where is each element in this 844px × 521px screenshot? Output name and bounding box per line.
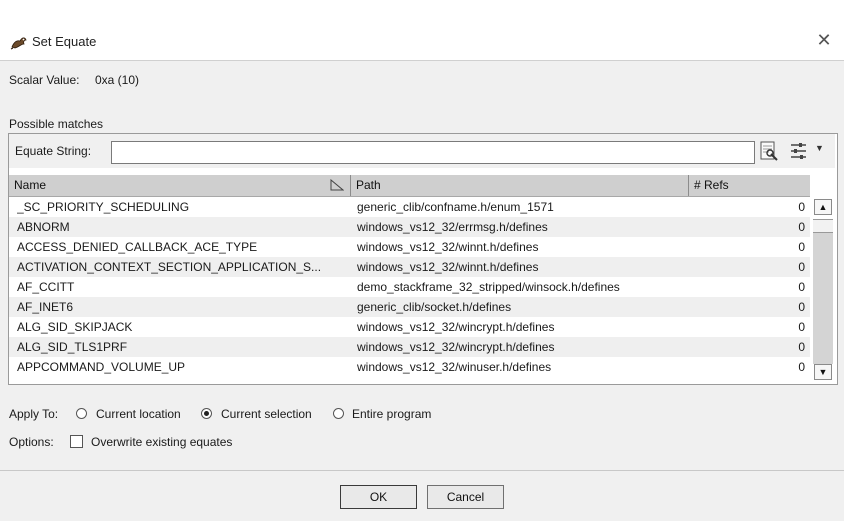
table-row[interactable]: ACCESS_DENIED_CALLBACK_ACE_TYPE windows_… [9, 237, 810, 257]
scalar-value: 0xa (10) [95, 73, 140, 87]
radio-current-selection[interactable] [201, 408, 212, 419]
clear-filter-icon[interactable] [758, 140, 780, 162]
cancel-button[interactable]: Cancel [427, 485, 504, 509]
cell-name: ALG_SID_TLS1PRF [17, 340, 128, 354]
radio-label-current-selection[interactable]: Current selection [221, 407, 312, 421]
scroll-down-icon[interactable]: ▼ [814, 364, 832, 380]
cell-name: AF_INET6 [17, 300, 74, 314]
cell-refs: 0 [798, 280, 805, 294]
cell-refs: 0 [798, 220, 805, 234]
cell-refs: 0 [798, 320, 805, 334]
cell-path: windows_vs12_32/winnt.h/defines [357, 260, 539, 274]
cell-path: windows_vs12_32/winuser.h/defines [357, 360, 552, 374]
cell-refs: 0 [798, 340, 805, 354]
radio-label-entire-program[interactable]: Entire program [352, 407, 431, 421]
cell-path: generic_clib/confname.h/enum_1571 [357, 200, 554, 214]
column-header-refs[interactable]: # Refs [689, 175, 810, 196]
table-row[interactable]: AF_CCITT demo_stackframe_32_stripped/win… [9, 277, 810, 297]
cell-name: ALG_SID_SKIPJACK [17, 320, 133, 334]
cell-path: demo_stackframe_32_stripped/winsock.h/de… [357, 280, 620, 294]
button-bar [0, 470, 844, 521]
table-row[interactable]: APPCOMMAND_VOLUME_UP windows_vs12_32/win… [9, 357, 810, 377]
table-row[interactable]: ALG_SID_TLS1PRF windows_vs12_32/wincrypt… [9, 337, 810, 357]
cell-path: windows_vs12_32/winnt.h/defines [357, 240, 539, 254]
scrollbar-thumb[interactable] [813, 219, 833, 233]
cell-name: APPCOMMAND_VOLUME_UP [17, 360, 186, 374]
cell-path: windows_vs12_32/wincrypt.h/defines [357, 320, 555, 334]
table-row[interactable]: _SC_PRIORITY_SCHEDULING generic_clib/con… [9, 197, 810, 217]
radio-entire-program[interactable] [333, 408, 344, 419]
scrollbar-track[interactable] [813, 232, 833, 364]
table-row[interactable]: ABNORM windows_vs12_32/errmsg.h/defines … [9, 217, 810, 237]
equate-string-label: Equate String: [15, 144, 92, 158]
overwrite-checkbox-label[interactable]: Overwrite existing equates [91, 435, 232, 449]
scroll-up-icon[interactable]: ▲ [814, 199, 832, 215]
radio-current-location[interactable] [76, 408, 87, 419]
dragon-icon [10, 34, 28, 50]
cell-refs: 0 [798, 300, 805, 314]
title-bar [0, 22, 844, 60]
cell-path: generic_clib/socket.h/defines [357, 300, 512, 314]
cell-name: ABNORM [17, 220, 70, 234]
close-icon[interactable]: ✕ [814, 30, 834, 50]
column-header-path[interactable]: Path [351, 175, 688, 196]
cell-name: ACCESS_DENIED_CALLBACK_ACE_TYPE [17, 240, 258, 254]
cell-name: AF_CCITT [17, 280, 75, 294]
cell-name: ACTIVATION_CONTEXT_SECTION_APPLICATION_S… [17, 260, 322, 274]
window-title: Set Equate [32, 34, 97, 49]
scalar-value-label: Scalar Value: [9, 73, 80, 87]
table-row[interactable]: ACTIVATION_CONTEXT_SECTION_APPLICATION_S… [9, 257, 810, 277]
apply-to-label: Apply To: [9, 407, 59, 421]
matches-table: _SC_PRIORITY_SCHEDULING generic_clib/con… [9, 197, 810, 379]
options-label: Options: [9, 435, 54, 449]
cell-refs: 0 [798, 260, 805, 274]
filter-options-icon[interactable] [788, 140, 810, 162]
chevron-down-icon[interactable]: ▼ [815, 143, 824, 153]
cell-refs: 0 [798, 360, 805, 374]
table-row[interactable]: AF_INET6 generic_clib/socket.h/defines 0 [9, 297, 810, 317]
cell-refs: 0 [798, 240, 805, 254]
cell-path: windows_vs12_32/errmsg.h/defines [357, 220, 548, 234]
sort-indicator-icon [330, 178, 345, 194]
equate-string-input[interactable] [111, 141, 755, 164]
table-row[interactable]: ALG_SID_SKIPJACK windows_vs12_32/wincryp… [9, 317, 810, 337]
radio-label-current-location[interactable]: Current location [96, 407, 181, 421]
possible-matches-label: Possible matches [9, 117, 104, 131]
overwrite-checkbox[interactable] [70, 435, 83, 448]
column-header-name[interactable]: Name [9, 175, 350, 196]
cell-path: windows_vs12_32/wincrypt.h/defines [357, 340, 555, 354]
ok-button[interactable]: OK [340, 485, 417, 509]
cell-refs: 0 [798, 200, 805, 214]
cell-name: _SC_PRIORITY_SCHEDULING [17, 200, 190, 214]
